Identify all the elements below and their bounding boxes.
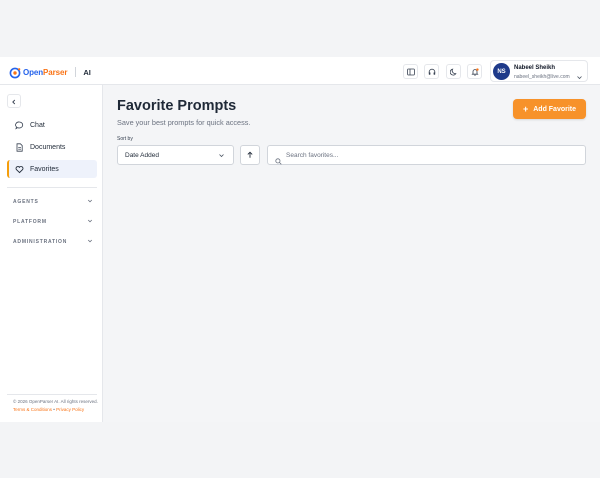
page-title: Favorite Prompts (117, 98, 237, 114)
search-box (267, 145, 586, 165)
sidebar-item-chat[interactable]: Chat (7, 116, 97, 134)
notifications-button[interactable] (467, 64, 482, 79)
sidebar-item-favorites[interactable]: Favorites (7, 160, 97, 178)
sort-select-value: Date Added (125, 151, 159, 159)
chevron-down-icon (87, 218, 93, 226)
layout-toggle-button[interactable] (403, 64, 418, 79)
sort-by-label: Sort by (117, 136, 133, 142)
layout-icon (406, 63, 415, 81)
search-input[interactable] (286, 146, 581, 164)
sidebar-section-platform[interactable]: PLATFORM (13, 218, 93, 226)
heart-icon (15, 165, 24, 174)
chevron-down-icon (87, 198, 93, 206)
section-label: PLATFORM (13, 219, 47, 225)
headset-icon (428, 63, 436, 81)
collapse-sidebar-button[interactable] (7, 94, 21, 108)
add-favorite-label: Add Favorite (533, 105, 577, 113)
add-favorite-button[interactable]: + Add Favorite (513, 99, 586, 119)
sort-direction-button[interactable] (240, 145, 260, 165)
plus-icon: + (522, 103, 529, 114)
sidebar-section-administration[interactable]: ADMINISTRATION (13, 238, 93, 246)
avatar: NS (493, 63, 510, 80)
legal-links: Terms & Conditions • Privacy Policy (13, 407, 84, 412)
sidebar-item-label: Chat (30, 121, 45, 129)
user-menu[interactable]: NS Nabeel Sheikh nabeel_sheikh@live.com (490, 60, 588, 82)
chat-bubble-icon (15, 121, 24, 130)
chevron-down-icon (87, 238, 93, 246)
sidebar-section-agents[interactable]: AGENTS (13, 198, 93, 206)
sort-select[interactable]: Date Added (117, 145, 234, 165)
sidebar-item-documents[interactable]: Documents (7, 138, 97, 156)
section-label: AGENTS (13, 199, 39, 205)
sidebar-divider (7, 187, 97, 188)
sidebar-item-label: Favorites (30, 165, 59, 173)
top-bar: OpenParser AI NS Nabeel Sheikh nabeel_sh… (0, 57, 600, 85)
moon-icon (449, 63, 458, 81)
app-window: OpenParser AI NS Nabeel Sheikh nabeel_sh… (0, 57, 600, 422)
logo-divider (75, 67, 77, 77)
main-content: Favorite Prompts Save your best prompts … (103, 85, 600, 422)
support-button[interactable] (424, 64, 439, 79)
theme-toggle-button[interactable] (446, 64, 461, 79)
chevron-down-icon (218, 152, 225, 161)
user-email: nabeel_sheikh@live.com (514, 73, 570, 80)
sidebar-footer-divider (7, 394, 97, 395)
link-separator: • (53, 407, 55, 412)
chevron-down-icon (576, 68, 583, 86)
page-subtitle: Save your best prompts for quick access. (117, 118, 251, 127)
openparser-logo-icon (9, 66, 21, 79)
user-name: Nabeel Sheikh (514, 65, 556, 71)
notification-bell-icon (470, 63, 479, 81)
terms-link[interactable]: Terms & Conditions (13, 407, 52, 412)
section-label: ADMINISTRATION (13, 239, 68, 245)
arrow-up-icon (246, 146, 254, 164)
brand-logo[interactable]: OpenParser AI (9, 66, 91, 79)
copyright-text: © 2026 OpenParser AI. All rights reserve… (13, 399, 98, 404)
sidebar: Chat Documents Favorites AGENTS PLATFORM… (0, 85, 103, 422)
sidebar-item-label: Documents (30, 143, 66, 151)
document-icon (15, 142, 24, 152)
brand-suffix: AI (83, 67, 91, 77)
search-icon (275, 152, 282, 170)
privacy-link[interactable]: Privacy Policy (56, 407, 84, 412)
chevron-left-icon (11, 92, 17, 110)
brand-name: OpenParser (23, 67, 68, 77)
